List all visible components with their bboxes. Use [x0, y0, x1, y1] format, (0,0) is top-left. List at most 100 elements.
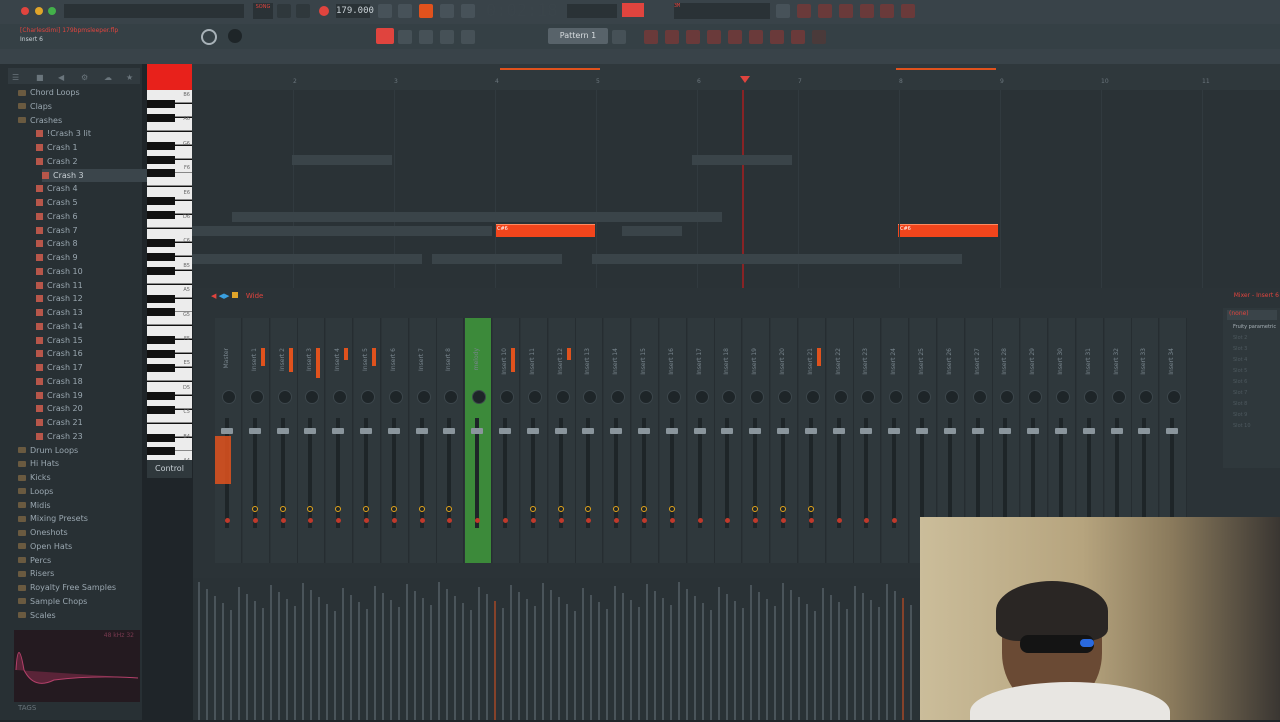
- plugin-picker-icon[interactable]: [728, 30, 742, 44]
- pan-knob[interactable]: [889, 390, 904, 404]
- browser-item[interactable]: Oneshots: [18, 526, 142, 539]
- browser-item[interactable]: Crash 13: [36, 306, 160, 319]
- control-selector[interactable]: Control: [147, 460, 192, 478]
- volume-fader-cap[interactable]: [526, 428, 539, 434]
- mixer-strip[interactable]: Insert 14: [604, 318, 632, 563]
- browser-item[interactable]: Crash 21: [36, 416, 160, 429]
- channel-rack-window-icon[interactable]: [686, 30, 700, 44]
- send-knob[interactable]: [752, 506, 759, 512]
- send-knob[interactable]: [780, 506, 786, 512]
- browser-item[interactable]: Loops: [18, 485, 142, 498]
- route-button[interactable]: [336, 518, 342, 523]
- route-button[interactable]: [892, 518, 898, 523]
- volume-fader-cap[interactable]: [832, 428, 845, 434]
- effect-slot[interactable]: Slot 3: [1233, 346, 1279, 352]
- route-button[interactable]: [419, 518, 425, 523]
- mixer-strip[interactable]: Insert 8: [437, 318, 465, 563]
- mixer-strip[interactable]: Insert 3: [298, 318, 326, 563]
- volume-fader-track[interactable]: [836, 418, 841, 528]
- mixer-strip[interactable]: Insert 21: [798, 318, 826, 563]
- route-button[interactable]: [808, 518, 814, 523]
- mixer-strip[interactable]: Insert 11: [520, 318, 548, 563]
- volume-fader-cap[interactable]: [860, 428, 873, 434]
- black-key[interactable]: [147, 211, 175, 220]
- browser-item[interactable]: Drum Loops: [18, 444, 142, 457]
- volume-fader-cap[interactable]: [1110, 428, 1123, 434]
- browser-item[interactable]: Crash 14: [36, 320, 160, 333]
- pan-knob[interactable]: [1028, 390, 1043, 404]
- volume-fader-cap[interactable]: [943, 428, 956, 434]
- browser-item[interactable]: !Crash 3 lit: [36, 127, 160, 140]
- browser-item[interactable]: Crash 23: [36, 430, 160, 443]
- pan-knob[interactable]: [1167, 390, 1182, 404]
- browser-item[interactable]: Crash 1: [36, 141, 160, 154]
- volume-fader-track[interactable]: [1059, 418, 1063, 528]
- pan-knob[interactable]: [639, 390, 653, 404]
- tempo-display[interactable]: 179.000: [336, 4, 374, 18]
- route-button[interactable]: [447, 518, 453, 523]
- pan-knob[interactable]: [500, 390, 514, 404]
- stop-button[interactable]: [296, 4, 310, 18]
- effect-slot[interactable]: Slot 4: [1233, 357, 1279, 363]
- pause-button[interactable]: [277, 4, 291, 18]
- timeline-ruler[interactable]: 2 3 4 5 6 7 8 9 10 11: [192, 64, 1280, 90]
- note-c6-2[interactable]: C#6: [898, 224, 998, 237]
- black-key[interactable]: [147, 197, 175, 206]
- blend-notes-button[interactable]: [440, 4, 454, 18]
- black-key[interactable]: [147, 169, 175, 178]
- route-button[interactable]: [280, 518, 286, 523]
- route-button[interactable]: [558, 518, 564, 523]
- mixer-strip[interactable]: Insert 22: [826, 318, 854, 563]
- pan-knob[interactable]: [361, 390, 375, 404]
- browser-item[interactable]: Kicks: [18, 471, 142, 484]
- volume-fader-cap[interactable]: [916, 428, 928, 434]
- loop-marker-2[interactable]: [896, 68, 996, 70]
- browser-item[interactable]: Crashes: [18, 114, 142, 127]
- volume-fader-cap[interactable]: [749, 428, 762, 434]
- black-key[interactable]: [147, 266, 175, 275]
- browser-item[interactable]: Royalty Free Samples: [18, 581, 142, 594]
- pan-knob[interactable]: [1111, 390, 1126, 404]
- pan-knob[interactable]: [222, 390, 236, 404]
- browser-item[interactable]: Midis: [18, 499, 142, 512]
- browser-item[interactable]: Chord Loops: [18, 86, 142, 99]
- browser-item[interactable]: Crash 7: [36, 224, 160, 237]
- route-button[interactable]: [530, 518, 536, 523]
- send-knob[interactable]: [418, 506, 425, 512]
- volume-fader-track[interactable]: [725, 418, 730, 528]
- pan-knob[interactable]: [1083, 390, 1098, 404]
- route-button[interactable]: [503, 518, 508, 523]
- effect-slot[interactable]: Slot 2: [1233, 335, 1279, 341]
- volume-fader-track[interactable]: [864, 418, 869, 528]
- volume-fader-track[interactable]: [475, 418, 480, 528]
- pan-knob[interactable]: [666, 390, 681, 404]
- route-button[interactable]: [781, 518, 786, 523]
- effect-slot[interactable]: Slot 9: [1233, 412, 1279, 418]
- send-knob[interactable]: [557, 506, 564, 512]
- mixer-strip[interactable]: Insert 6: [381, 318, 409, 563]
- send-knob[interactable]: [613, 506, 620, 512]
- volume-fader-cap[interactable]: [638, 428, 650, 434]
- loop-record-button[interactable]: [461, 4, 475, 18]
- route-button[interactable]: [586, 518, 592, 523]
- pattern-add-icon[interactable]: [612, 30, 626, 44]
- mixer-strip[interactable]: melody: [465, 318, 493, 563]
- browser-item[interactable]: Risers: [18, 567, 142, 580]
- mixer-strip[interactable]: Insert 16: [659, 318, 687, 563]
- send-knob[interactable]: [668, 506, 675, 512]
- volume-fader-cap[interactable]: [693, 428, 706, 434]
- pan-knob[interactable]: [1056, 390, 1070, 404]
- mixer-strip[interactable]: Insert 12: [548, 318, 576, 563]
- volume-fader-cap[interactable]: [1027, 428, 1040, 434]
- send-knob[interactable]: [807, 506, 814, 512]
- pan-knob[interactable]: [277, 390, 292, 404]
- route-button[interactable]: [836, 518, 842, 523]
- pan-knob[interactable]: [778, 390, 792, 404]
- volume-fader-cap[interactable]: [471, 428, 484, 434]
- cloud-icon[interactable]: ☁: [104, 73, 112, 82]
- pan-knob[interactable]: [527, 390, 542, 404]
- tags-button[interactable]: TAGS: [18, 704, 58, 716]
- route-button[interactable]: [697, 518, 703, 523]
- route-button[interactable]: [725, 518, 731, 523]
- volume-fader-cap[interactable]: [304, 428, 317, 434]
